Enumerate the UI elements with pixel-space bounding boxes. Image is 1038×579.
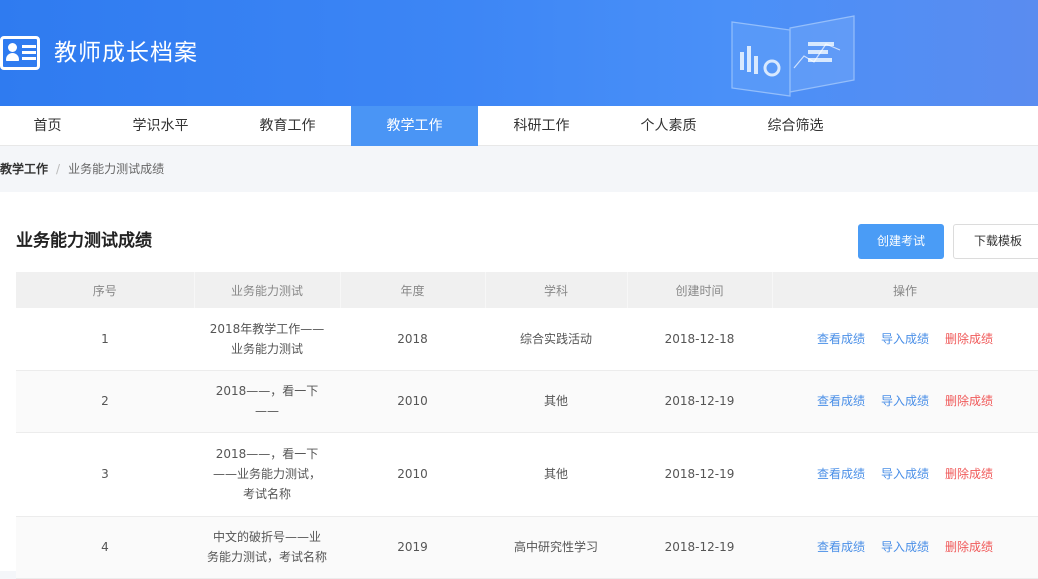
row-actions: 查看成绩 导入成绩 删除成绩	[772, 516, 1038, 579]
delete-scores-link[interactable]: 删除成绩	[945, 467, 993, 481]
delete-scores-link[interactable]: 删除成绩	[945, 394, 993, 408]
view-scores-link[interactable]: 查看成绩	[817, 467, 865, 481]
delete-scores-link[interactable]: 删除成绩	[945, 540, 993, 554]
column-header: 创建时间	[627, 272, 773, 308]
create-exam-button[interactable]: 创建考试	[858, 224, 944, 259]
import-scores-link[interactable]: 导入成绩	[881, 467, 929, 481]
download-template-button[interactable]: 下载模板	[953, 224, 1038, 259]
year: 2010	[340, 370, 485, 433]
test-name: 2018年教学工作—— 业务能力测试	[194, 308, 340, 371]
row-number: 4	[16, 516, 194, 579]
year: 2018	[340, 308, 485, 371]
breadcrumb-parent[interactable]: 教学工作	[0, 162, 48, 176]
test-name: 中文的破折号——业 务能力测试，考试名称	[194, 516, 340, 579]
import-scores-link[interactable]: 导入成绩	[881, 332, 929, 346]
dashboard-illustration-icon	[731, 15, 855, 97]
table-row: 3 2018——，看一下 ——业务能力测试， 考试名称 2010 其他 2018-1…	[16, 432, 1038, 517]
tab-personal-quality[interactable]: 个人素质	[605, 106, 732, 146]
tab-teaching-work[interactable]: 教学工作	[351, 106, 478, 146]
page-title: 业务能力测试成绩	[16, 231, 152, 251]
breadcrumb-current: 业务能力测试成绩	[68, 162, 165, 176]
column-header: 操作	[772, 272, 1038, 308]
column-header: 学科	[485, 272, 628, 308]
year: 2010	[340, 432, 485, 517]
test-name: 2018——，看一下 ——业务能力测试， 考试名称	[194, 432, 340, 517]
row-actions: 查看成绩 导入成绩 删除成绩	[772, 370, 1038, 433]
delete-scores-link[interactable]: 删除成绩	[945, 332, 993, 346]
tab-education-work[interactable]: 教育工作	[224, 106, 351, 146]
main-nav: 首页 学识水平 教育工作 教学工作 科研工作 个人素质 综合筛选	[0, 106, 1038, 146]
import-scores-link[interactable]: 导入成绩	[881, 394, 929, 408]
column-header: 序号	[16, 272, 195, 308]
table-row: 4 中文的破折号——业 务能力测试，考试名称 2019 高中研究性学习 2018-…	[16, 516, 1038, 579]
row-actions: 查看成绩 导入成绩 删除成绩	[772, 432, 1038, 517]
breadcrumb-separator: /	[56, 162, 61, 176]
created-date: 2018-12-19	[627, 370, 772, 433]
subject: 综合实践活动	[485, 308, 627, 371]
created-date: 2018-12-19	[627, 432, 772, 517]
scores-table: 序号 业务能力测试 年度 学科 创建时间 操作 1 2018年教学工作—— 业务能…	[16, 272, 1038, 579]
table-header-row: 序号 业务能力测试 年度 学科 创建时间 操作	[16, 272, 1038, 308]
tab-home[interactable]: 首页	[0, 106, 111, 146]
import-scores-link[interactable]: 导入成绩	[881, 540, 929, 554]
tab-knowledge-level[interactable]: 学识水平	[97, 106, 224, 146]
table-row: 1 2018年教学工作—— 业务能力测试 2018 综合实践活动 2018-12-…	[16, 308, 1038, 371]
table-row: 2 2018——，看一下 —— 2010 其他 2018-12-19 查看成绩 导入…	[16, 370, 1038, 433]
created-date: 2018-12-19	[627, 516, 772, 579]
row-number: 2	[16, 370, 194, 433]
tab-comprehensive-filter[interactable]: 综合筛选	[732, 106, 859, 146]
row-actions: 查看成绩 导入成绩 删除成绩	[772, 308, 1038, 371]
column-header: 业务能力测试	[194, 272, 341, 308]
view-scores-link[interactable]: 查看成绩	[817, 394, 865, 408]
row-number: 1	[16, 308, 194, 371]
column-header: 年度	[340, 272, 486, 308]
tab-research-work[interactable]: 科研工作	[478, 106, 605, 146]
subject: 其他	[485, 370, 627, 433]
app-header: 教师成长档案	[0, 0, 1038, 106]
created-date: 2018-12-18	[627, 308, 772, 371]
row-number: 3	[16, 432, 194, 517]
year: 2019	[340, 516, 485, 579]
breadcrumb: 教学工作 / 业务能力测试成绩	[0, 146, 164, 192]
profile-card-icon	[0, 36, 40, 70]
subject: 其他	[485, 432, 627, 517]
content-panel: 业务能力测试成绩 创建考试 下载模板 序号 业务能力测试 年度 学科 创建时间 …	[0, 192, 1038, 579]
app-title: 教师成长档案	[54, 40, 198, 66]
view-scores-link[interactable]: 查看成绩	[817, 540, 865, 554]
test-name: 2018——，看一下 ——	[194, 370, 340, 433]
view-scores-link[interactable]: 查看成绩	[817, 332, 865, 346]
subject: 高中研究性学习	[485, 516, 627, 579]
